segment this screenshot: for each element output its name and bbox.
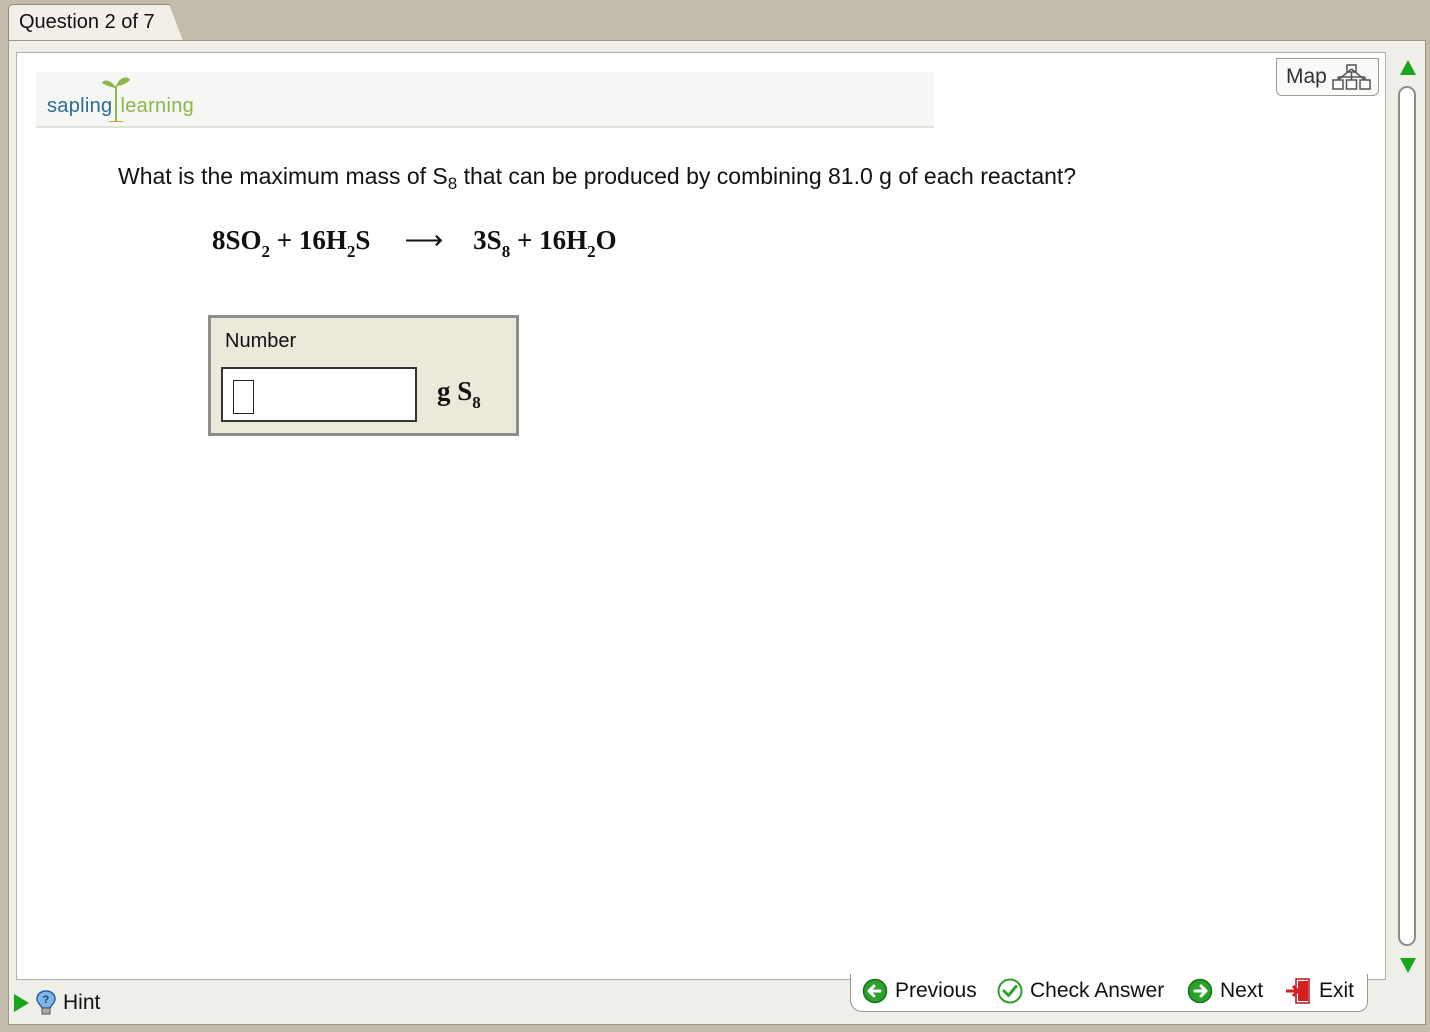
unit-sub: 8 <box>472 393 481 412</box>
eq-product2-sub: 2 <box>587 242 596 261</box>
check-circle-icon <box>997 978 1023 1004</box>
scroll-down-arrow-icon[interactable] <box>1400 958 1416 973</box>
logo-sapling-text: sapling <box>47 95 113 117</box>
hint-toggle[interactable]: ? Hint <box>14 988 100 1018</box>
question-post: that can be produced by combining 81.0 g… <box>457 163 1077 189</box>
svg-text:?: ? <box>43 994 50 1006</box>
eq-reactant1: 8SO <box>212 225 262 255</box>
sitemap-icon <box>1332 64 1371 90</box>
map-label: Map <box>1286 65 1327 88</box>
exit-button[interactable]: Exit <box>1284 976 1354 1006</box>
eq-product1: 3S <box>473 225 502 255</box>
exit-label: Exit <box>1319 979 1355 1002</box>
unit-text: g S <box>437 376 473 406</box>
question-sub: 8 <box>447 174 458 193</box>
play-triangle-icon <box>14 994 29 1012</box>
eq-plus2: + 16H <box>510 225 588 255</box>
check-answer-label: Check Answer <box>1030 979 1165 1002</box>
exit-door-icon <box>1286 978 1310 1004</box>
eq-reactant1-sub: 2 <box>261 242 271 261</box>
answer-box: Number g S8 <box>208 315 519 436</box>
hint-label: Hint <box>63 991 101 1014</box>
previous-button[interactable]: Previous <box>862 976 977 1006</box>
eq-product1-sub: 8 <box>501 242 511 261</box>
number-input[interactable] <box>221 367 417 422</box>
question-pre: What is the maximum mass of S <box>118 163 448 189</box>
eq-reactant2-end: S <box>355 225 371 255</box>
unit-label: g S8 <box>437 376 481 411</box>
reaction-arrow: ⟶ <box>404 225 444 255</box>
chemical-equation: 8SO2 + 16H2S ⟶ 3S8 + 16H2O <box>212 225 617 260</box>
arrow-left-icon <box>862 978 888 1004</box>
number-label: Number <box>225 330 297 352</box>
check-answer-button[interactable]: Check Answer <box>997 976 1164 1006</box>
question-text: What is the maximum mass of S8 that can … <box>118 163 1077 193</box>
next-button[interactable]: Next <box>1187 976 1263 1006</box>
next-label: Next <box>1220 979 1264 1002</box>
question-tab: Question 2 of 7 <box>8 4 183 41</box>
map-button[interactable]: Map <box>1276 58 1379 96</box>
scroll-up-arrow-icon[interactable] <box>1400 60 1416 75</box>
eq-product2-end: O <box>595 225 617 255</box>
question-counter: Question 2 of 7 <box>19 11 155 33</box>
previous-label: Previous <box>895 979 977 1002</box>
logo-learning-text: learning <box>120 95 195 117</box>
sapling-logo: sapling learning <box>47 95 194 118</box>
eq-plus1: + 16H <box>270 225 347 255</box>
scrollbar-thumb[interactable] <box>1398 86 1416 946</box>
content-area <box>16 52 1386 980</box>
arrow-right-icon <box>1187 978 1213 1004</box>
lightbulb-icon: ? <box>36 990 56 1015</box>
